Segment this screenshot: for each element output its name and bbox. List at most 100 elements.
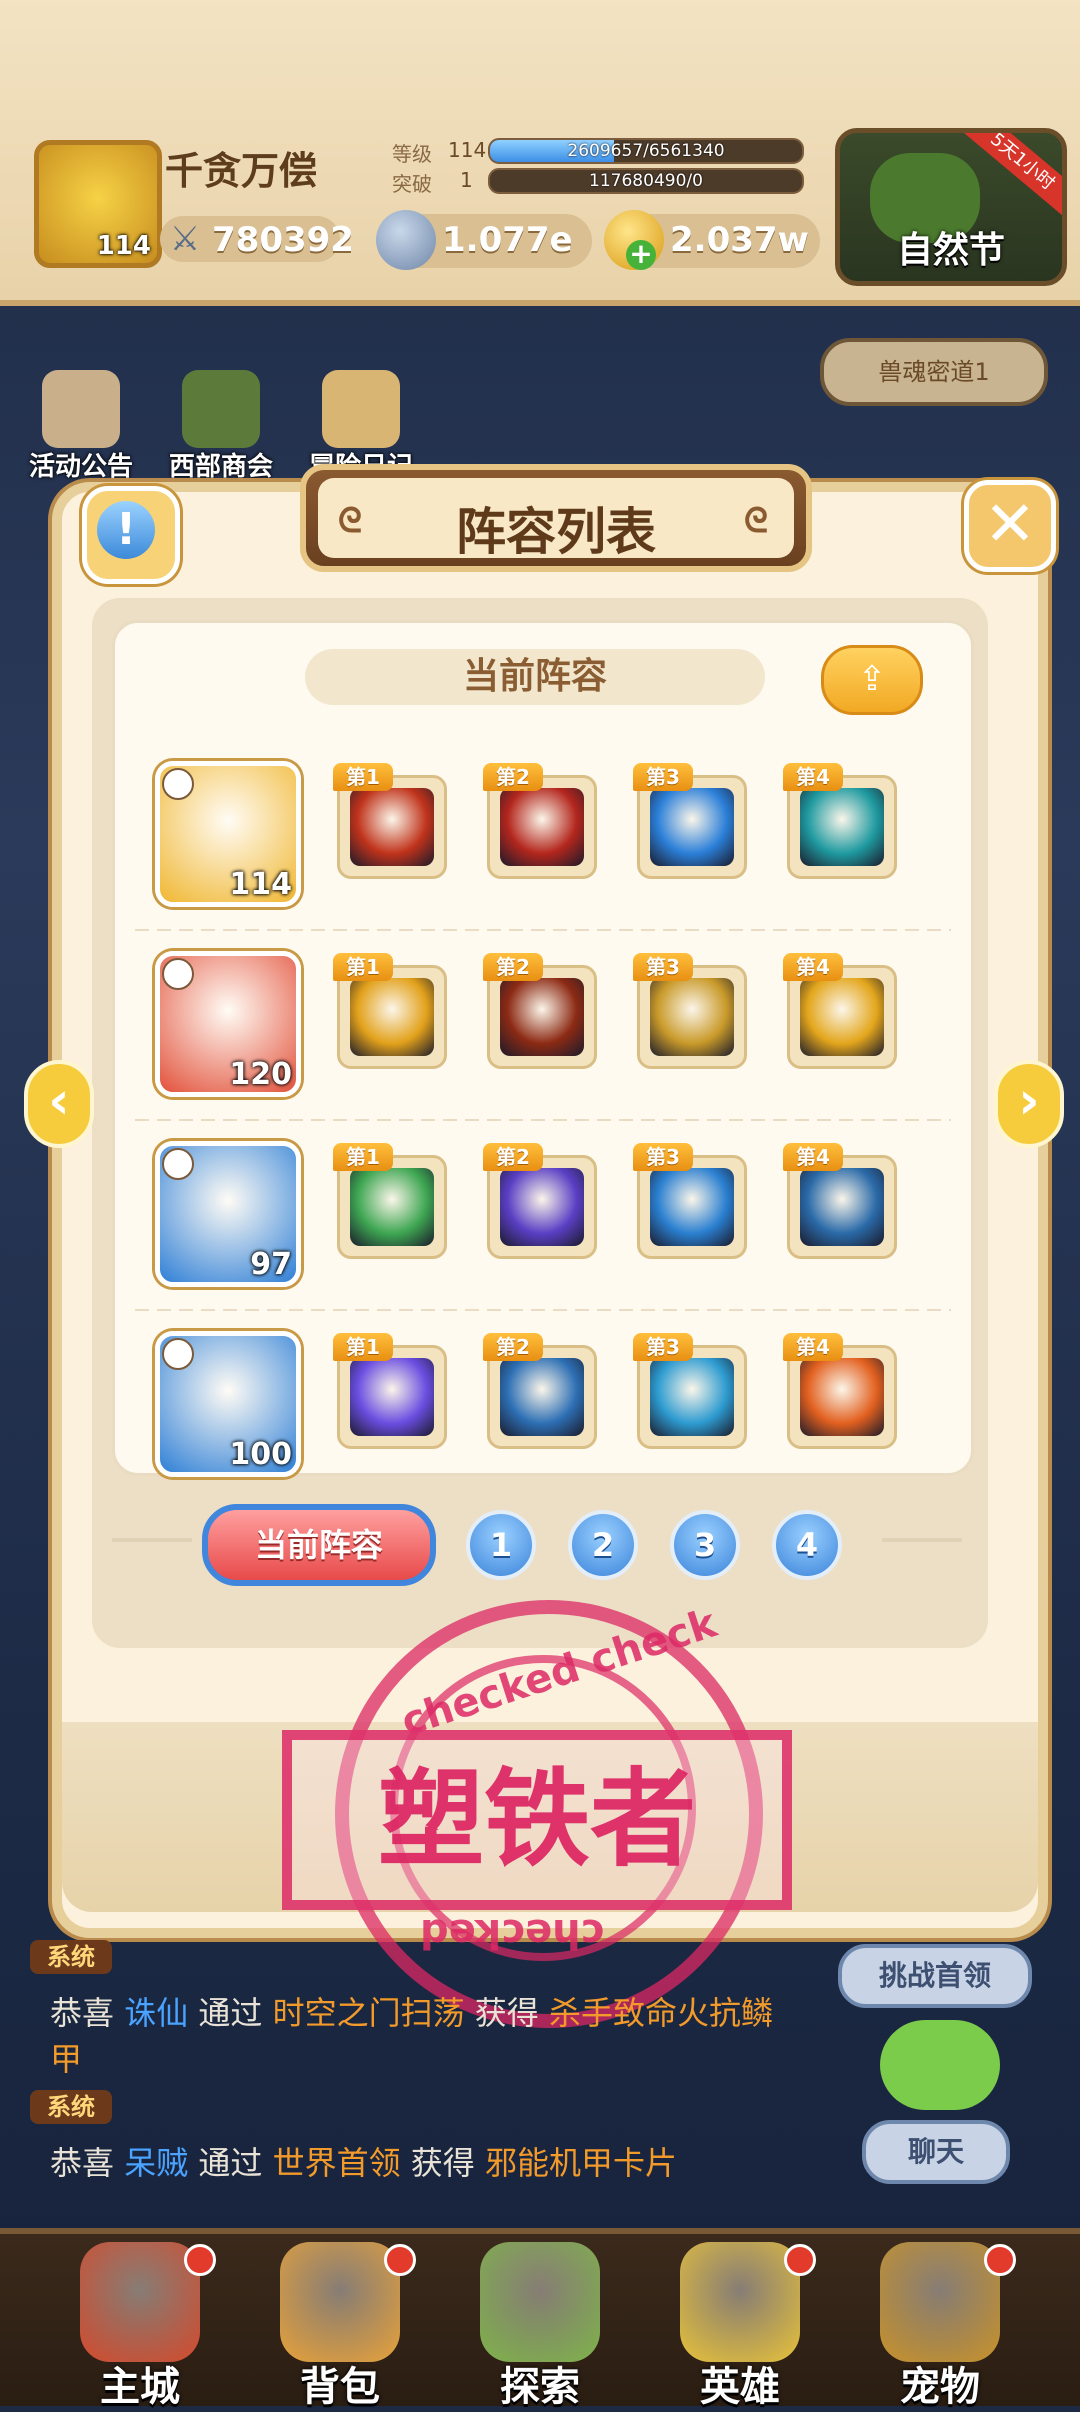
- skill-slot-3[interactable]: 第3: [633, 1143, 747, 1259]
- combat-power-value: 780392: [212, 220, 354, 260]
- skill-icon: [500, 1168, 584, 1246]
- prev-page-arrow[interactable]: ‹: [24, 1060, 94, 1148]
- skill-slot-3[interactable]: 第3: [633, 763, 747, 879]
- skill-slot-2[interactable]: 第2: [483, 953, 597, 1069]
- title-deco-right-icon: ᘓ: [744, 501, 768, 541]
- info-button[interactable]: !: [82, 486, 180, 584]
- dungeon-button[interactable]: 兽魂密道1: [820, 338, 1048, 406]
- adventure-diary-button[interactable]: 冒险日记: [306, 370, 416, 482]
- skill-icon: [650, 1168, 734, 1246]
- skill-slot-4[interactable]: 第4: [783, 763, 897, 879]
- notification-dot: [784, 2244, 816, 2276]
- chat-system-tag: 系统: [30, 1940, 112, 1974]
- silver-currency[interactable]: 1.077e: [376, 210, 592, 270]
- chat-item[interactable]: 邪能机甲卡片: [485, 2144, 677, 2182]
- chat-player-name[interactable]: 诛仙: [124, 1994, 188, 2032]
- player-header: 114 千贪万偿 ⚔ 780392 等级 114 2609657/6561340…: [0, 0, 1080, 306]
- chat-text: 通过: [188, 2144, 273, 2182]
- skill-slot-tag: 第3: [633, 953, 693, 981]
- event-label: 自然节: [896, 230, 1005, 271]
- skill-icon: [800, 978, 884, 1056]
- nav-item[interactable]: 探索: [440, 2234, 640, 2410]
- chat-button[interactable]: 聊天: [862, 2120, 1010, 2184]
- combat-power: ⚔ 780392: [160, 216, 354, 262]
- close-button[interactable]: ✕: [964, 480, 1056, 572]
- skill-slot-4[interactable]: 第4: [783, 1143, 897, 1259]
- nav-item[interactable]: 英雄: [640, 2234, 840, 2410]
- share-button[interactable]: ⇪: [821, 645, 923, 715]
- current-lineup-title: 当前阵容: [305, 649, 765, 705]
- skill-slot-tag: 第1: [333, 1333, 393, 1361]
- exp-bar-text: 2609657/6561340: [567, 141, 725, 161]
- event-natural-festival[interactable]: 5天1小时 自然节: [835, 128, 1067, 286]
- merchant-icon: [182, 370, 260, 448]
- skill-icon: [800, 1168, 884, 1246]
- chat-bubble-icon[interactable]: [880, 2020, 1000, 2110]
- hero-type-badge-icon: [162, 958, 194, 990]
- skill-icon: [650, 1358, 734, 1436]
- nav-item[interactable]: 主城: [40, 2234, 240, 2410]
- challenge-boss-button[interactable]: 挑战首领: [838, 1944, 1032, 2008]
- west-commerce-button[interactable]: 西部商会: [166, 370, 276, 482]
- skill-slot-1[interactable]: 第1: [333, 1143, 447, 1259]
- player-avatar[interactable]: 114: [34, 140, 162, 268]
- skill-slot-1[interactable]: 第1: [333, 1333, 447, 1449]
- skill-slot-1[interactable]: 第1: [333, 763, 447, 879]
- nav-item[interactable]: 背包: [240, 2234, 440, 2410]
- skill-slot-tag: 第3: [633, 763, 693, 791]
- add-gold-icon[interactable]: +: [626, 240, 656, 270]
- skill-icon: [350, 1168, 434, 1246]
- nav-label: 探索: [500, 2364, 580, 2410]
- gold-currency[interactable]: + 2.037w: [604, 210, 820, 270]
- diary-icon: [322, 370, 400, 448]
- nav-label: 主城: [100, 2364, 180, 2410]
- skill-slot-4[interactable]: 第4: [783, 1333, 897, 1449]
- notification-dot: [984, 2244, 1016, 2276]
- skill-slot-3[interactable]: 第3: [633, 953, 747, 1069]
- chat-message: 恭喜 呆贼 通过 世界首领 获得 邪能机甲卡片: [50, 2140, 810, 2186]
- tab-current-lineup[interactable]: 当前阵容: [202, 1504, 436, 1586]
- skill-slot-1[interactable]: 第1: [333, 953, 447, 1069]
- skill-slot-2[interactable]: 第2: [483, 763, 597, 879]
- info-icon: !: [97, 501, 155, 559]
- skill-slot-tag: 第1: [333, 953, 393, 981]
- row-divider: [135, 1309, 951, 1311]
- skill-slot-2[interactable]: 第2: [483, 1143, 597, 1259]
- skill-slot-3[interactable]: 第3: [633, 1333, 747, 1449]
- notice-board-icon: [42, 370, 120, 448]
- level-label: 等级: [392, 142, 432, 166]
- nav-label: 背包: [300, 2364, 380, 2410]
- silver-coin-icon: [376, 210, 436, 270]
- chat-player-name[interactable]: 呆贼: [124, 2144, 188, 2182]
- skill-icon: [350, 978, 434, 1056]
- hero-portrait[interactable]: 100: [155, 1331, 301, 1477]
- nav-item[interactable]: 宠物: [840, 2234, 1040, 2410]
- chat-system-tag: 系统: [30, 2090, 112, 2124]
- tab-lineup-1[interactable]: 1: [466, 1510, 536, 1580]
- chat-source: 世界首领: [272, 2144, 401, 2182]
- skill-slot-4[interactable]: 第4: [783, 953, 897, 1069]
- activity-notice-button[interactable]: 活动公告: [26, 370, 136, 482]
- hero-portrait[interactable]: 120: [155, 951, 301, 1097]
- skill-slot-2[interactable]: 第2: [483, 1333, 597, 1449]
- nav-label: 英雄: [700, 2364, 780, 2410]
- breakthrough-bar: 117680490/0: [488, 168, 804, 194]
- bottom-nav: 主城 背包 探索 英雄 宠物: [0, 2228, 1080, 2410]
- chat-item[interactable]: 甲: [50, 2040, 82, 2078]
- hero-type-badge-icon: [162, 1338, 194, 1370]
- tab-lineup-4[interactable]: 4: [772, 1510, 842, 1580]
- hero-portrait[interactable]: 97: [155, 1141, 301, 1287]
- lineup-row: 114 第1 第2 第3 第4: [115, 743, 971, 933]
- tab-deco-left: [112, 1538, 192, 1542]
- tab-lineup-2[interactable]: 2: [568, 1510, 638, 1580]
- skill-slot-tag: 第2: [483, 1143, 543, 1171]
- level-value: 114: [448, 138, 487, 162]
- tab-lineup-3[interactable]: 3: [670, 1510, 740, 1580]
- lineup-tabs: 当前阵容 1 2 3 4: [92, 1498, 988, 1588]
- next-page-arrow[interactable]: ›: [994, 1060, 1064, 1148]
- chat-item[interactable]: 杀手致命火抗鳞: [549, 1994, 773, 2032]
- hero-portrait[interactable]: 114: [155, 761, 301, 907]
- modal-title: 阵容列表: [456, 503, 656, 561]
- skill-slot-tag: 第1: [333, 1143, 393, 1171]
- hero-level: 97: [250, 1247, 292, 1282]
